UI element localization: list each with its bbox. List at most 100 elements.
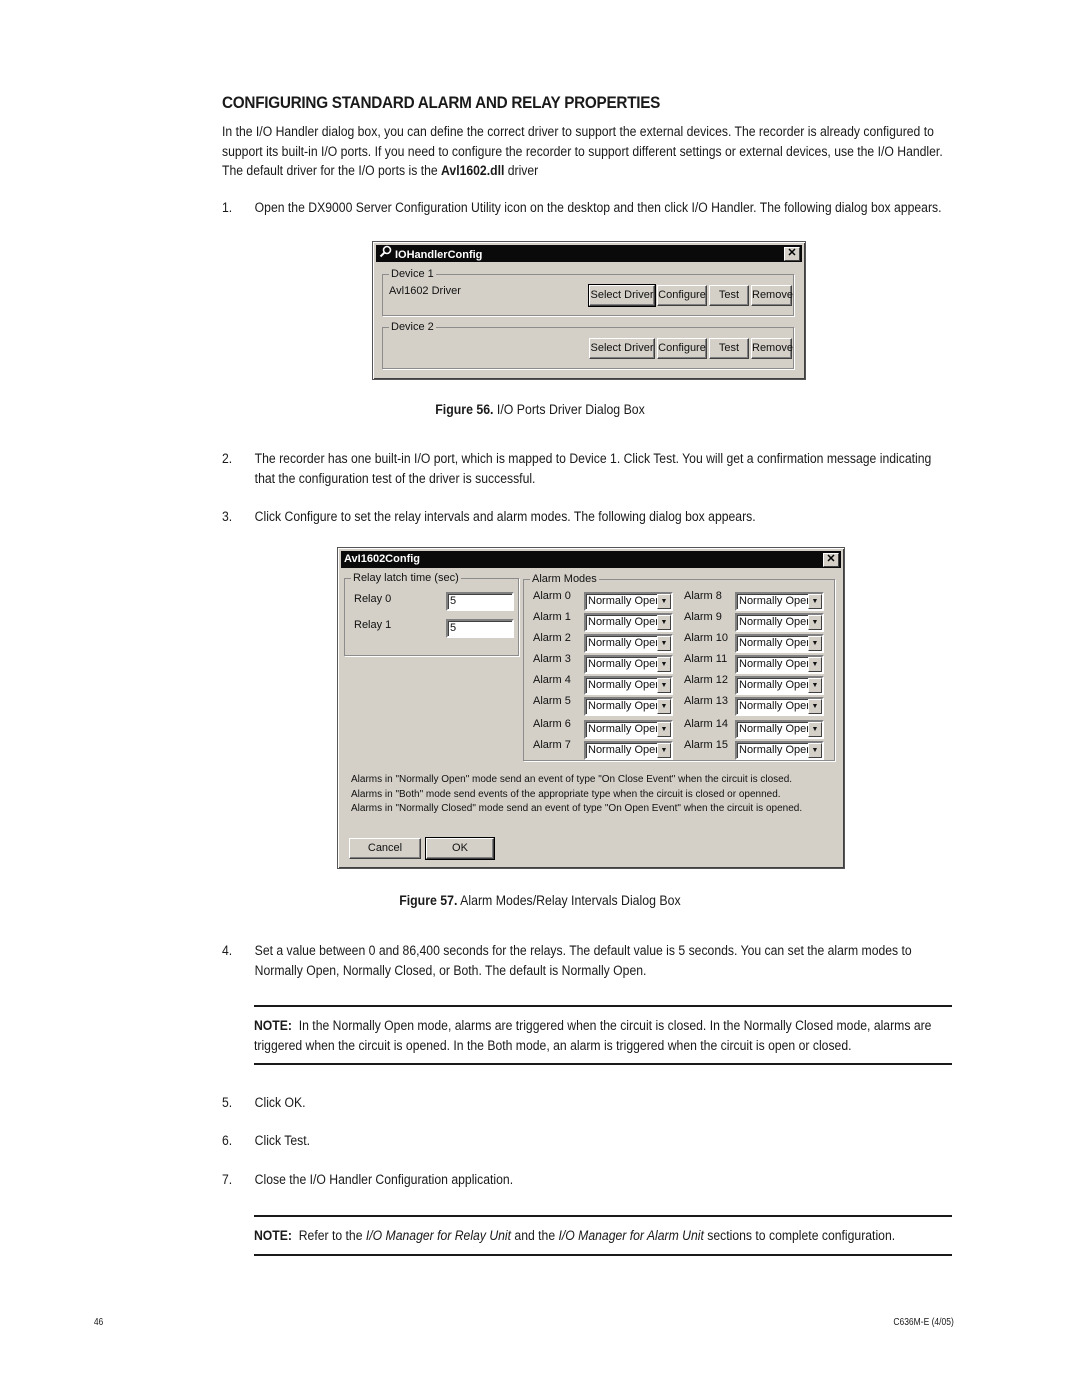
device-2-group: Device 2 Select Driver Configure Test Re… (382, 320, 794, 369)
chevron-down-icon[interactable]: ▼ (657, 722, 671, 737)
step-5: 5. Click OK. (222, 1095, 306, 1111)
alarm-0-label: Alarm 0 (533, 590, 571, 602)
device-1-test-button[interactable]: Test (709, 285, 749, 306)
note-label: NOTE: (254, 1018, 292, 1034)
chevron-down-icon[interactable]: ▼ (808, 743, 822, 758)
alarm-7-label: Alarm 7 (533, 739, 571, 751)
alarm-12-mode-value: Normally Open (739, 679, 813, 691)
chevron-down-icon[interactable]: ▼ (808, 678, 822, 693)
alarm-11-mode-value: Normally Open (739, 658, 813, 670)
close-icon: ✕ (787, 247, 797, 259)
device-1-configure-button[interactable]: Configure (657, 285, 707, 306)
chevron-down-icon[interactable]: ▼ (808, 615, 822, 630)
note-label: NOTE: (254, 1228, 292, 1244)
alarm-4-mode-select[interactable]: Normally Open ▼ (584, 676, 673, 695)
step-6: 6. Click Test. (222, 1133, 311, 1149)
alarm-15-mode-value: Normally Open (739, 744, 813, 756)
relay-1-label: Relay 1 (354, 619, 392, 631)
chevron-down-icon[interactable]: ▼ (808, 657, 822, 672)
device-2-remove-button[interactable]: Remove (751, 338, 793, 359)
alarm-10-mode-value: Normally Open (739, 637, 813, 649)
page-number: 46 (93, 1317, 104, 1328)
device-2-label: Device 2 (389, 320, 436, 334)
relay-latch-group: Relay latch time (sec) Relay 0 5 Relay 1… (344, 571, 519, 656)
chevron-down-icon[interactable]: ▼ (657, 678, 671, 693)
step-2: 2. The recorder has one built-in I/O por… (222, 451, 932, 487)
close-button[interactable]: ✕ (823, 553, 839, 567)
relay-0-input[interactable]: 5 (446, 592, 514, 611)
alarm-modes-label: Alarm Modes (530, 572, 599, 586)
alarm-13-mode-select[interactable]: Normally Open ▼ (735, 697, 824, 716)
alarm-12-label: Alarm 12 (684, 674, 729, 686)
chevron-down-icon[interactable]: ▼ (657, 636, 671, 651)
chevron-down-icon[interactable]: ▼ (657, 743, 671, 758)
relay-0-label: Relay 0 (354, 593, 392, 605)
alarm-13-mode-value: Normally Open (739, 700, 813, 712)
info-line: Alarms in "Both" mode send events of the… (351, 788, 781, 800)
device-2-select-driver-button[interactable]: Select Driver (589, 338, 655, 359)
close-icon: ✕ (826, 553, 836, 565)
alarm-4-mode-value: Normally Open (588, 679, 662, 691)
chevron-down-icon[interactable]: ▼ (808, 636, 822, 651)
alarm-11-mode-select[interactable]: Normally Open ▼ (735, 655, 824, 674)
chevron-down-icon[interactable]: ▼ (657, 699, 671, 714)
alarm-1-mode-value: Normally Open (588, 616, 662, 628)
device-2-test-button[interactable]: Test (709, 338, 749, 359)
alarm-14-label: Alarm 14 (684, 718, 729, 730)
alarm-0-mode-select[interactable]: Normally Open ▼ (584, 592, 673, 611)
cancel-button[interactable]: Cancel (349, 838, 421, 859)
alarm-10-mode-select[interactable]: Normally Open ▼ (735, 634, 824, 653)
relay-1-input[interactable]: 5 (446, 619, 514, 638)
alarm-5-mode-select[interactable]: Normally Open ▼ (584, 697, 673, 716)
device-1-select-driver-button[interactable]: Select Driver (588, 284, 656, 307)
alarm-9-mode-select[interactable]: Normally Open ▼ (735, 613, 824, 632)
note-alarm-modes: NOTE: In the Normally Open mode, alarms … (254, 1005, 952, 1065)
io-handler-config-dialog: IOHandlerConfig ✕ Device 1 Avl1602 Drive… (372, 241, 806, 380)
ok-button[interactable]: OK (425, 837, 495, 860)
dialog-title: AvI1602Config (344, 553, 421, 565)
chevron-down-icon[interactable]: ▼ (657, 615, 671, 630)
note-text: In the Normally Open mode, alarms are tr… (254, 1018, 932, 1054)
alarm-8-mode-value: Normally Open (739, 595, 813, 607)
relay-latch-label: Relay latch time (sec) (351, 571, 461, 585)
chevron-down-icon[interactable]: ▼ (657, 657, 671, 672)
figure-56-caption: Figure 56. I/O Ports Driver Dialog Box (435, 401, 645, 417)
alarm-2-mode-select[interactable]: Normally Open ▼ (584, 634, 673, 653)
dialog-title-bar: AvI1602Config ✕ (341, 551, 841, 568)
alarm-7-mode-value: Normally Open (588, 744, 662, 756)
alarm-2-mode-value: Normally Open (588, 637, 662, 649)
device-1-driver-name: Avl1602 Driver (389, 285, 461, 297)
close-button[interactable]: ✕ (784, 247, 800, 261)
chevron-down-icon[interactable]: ▼ (808, 699, 822, 714)
device-1-remove-button[interactable]: Remove (751, 285, 793, 306)
alarm-0-mode-value: Normally Open (588, 595, 662, 607)
relay-unit-reference: I/O Manager for Relay Unit (365, 1228, 512, 1244)
alarm-unit-reference: I/O Manager for Alarm Unit (558, 1228, 704, 1244)
chevron-down-icon[interactable]: ▼ (657, 594, 671, 609)
dialog-title-bar: IOHandlerConfig ✕ (376, 245, 802, 262)
alarm-5-mode-value: Normally Open (588, 700, 662, 712)
chevron-down-icon[interactable]: ▼ (808, 722, 822, 737)
alarm-15-mode-select[interactable]: Normally Open ▼ (735, 741, 824, 760)
info-line: Alarms in "Normally Open" mode send an e… (351, 774, 793, 785)
step-1: 1. Open the DX9000 Server Configuration … (222, 200, 942, 216)
alarm-8-label: Alarm 8 (684, 590, 722, 602)
alarm-2-label: Alarm 2 (533, 632, 571, 644)
chevron-down-icon[interactable]: ▼ (808, 594, 822, 609)
driver-filename: Avl1602.dll (441, 163, 505, 179)
alarm-3-label: Alarm 3 (533, 653, 571, 665)
device-2-configure-button[interactable]: Configure (657, 338, 707, 359)
alarm-3-mode-value: Normally Open (588, 658, 662, 670)
alarm-12-mode-select[interactable]: Normally Open ▼ (735, 676, 824, 695)
alarm-15-label: Alarm 15 (684, 739, 729, 751)
alarm-6-label: Alarm 6 (533, 718, 571, 730)
alarm-7-mode-select[interactable]: Normally Open ▼ (584, 741, 673, 760)
wrench-magnifier-icon (379, 245, 393, 264)
alarm-3-mode-select[interactable]: Normally Open ▼ (584, 655, 673, 674)
alarm-8-mode-select[interactable]: Normally Open ▼ (735, 592, 824, 611)
alarm-14-mode-select[interactable]: Normally Open ▼ (735, 720, 824, 739)
alarm-1-mode-select[interactable]: Normally Open ▼ (584, 613, 673, 632)
figure-57-caption: Figure 57. Alarm Modes/Relay Intervals D… (399, 892, 681, 908)
alarm-6-mode-select[interactable]: Normally Open ▼ (584, 720, 673, 739)
alarm-9-label: Alarm 9 (684, 611, 722, 623)
